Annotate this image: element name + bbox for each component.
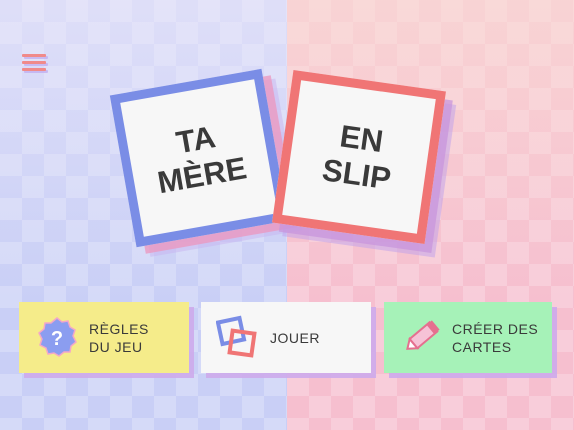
overlapping-squares-icon — [215, 314, 260, 360]
play-button[interactable]: JOUER — [201, 302, 371, 373]
question-badge-icon: ? — [36, 316, 78, 358]
title-card-right: EN SLIP — [272, 70, 446, 244]
play-button-label: JOUER — [270, 329, 320, 346]
create-cards-button[interactable]: CRÉER DES CARTES — [384, 302, 552, 373]
title-card-left: TA MÈRE — [109, 68, 289, 248]
title-card-right-text: EN SLIP — [320, 118, 394, 197]
rules-button-label: RÈGLES DU JEU — [89, 320, 149, 355]
svg-text:?: ? — [51, 328, 63, 350]
pencil-icon — [402, 311, 448, 357]
create-cards-button-label: CRÉER DES CARTES — [452, 320, 539, 355]
rules-button[interactable]: ? RÈGLES DU JEU — [19, 302, 189, 373]
menu-button[interactable] — [22, 52, 48, 78]
title-card-left-text: TA MÈRE — [154, 119, 250, 201]
